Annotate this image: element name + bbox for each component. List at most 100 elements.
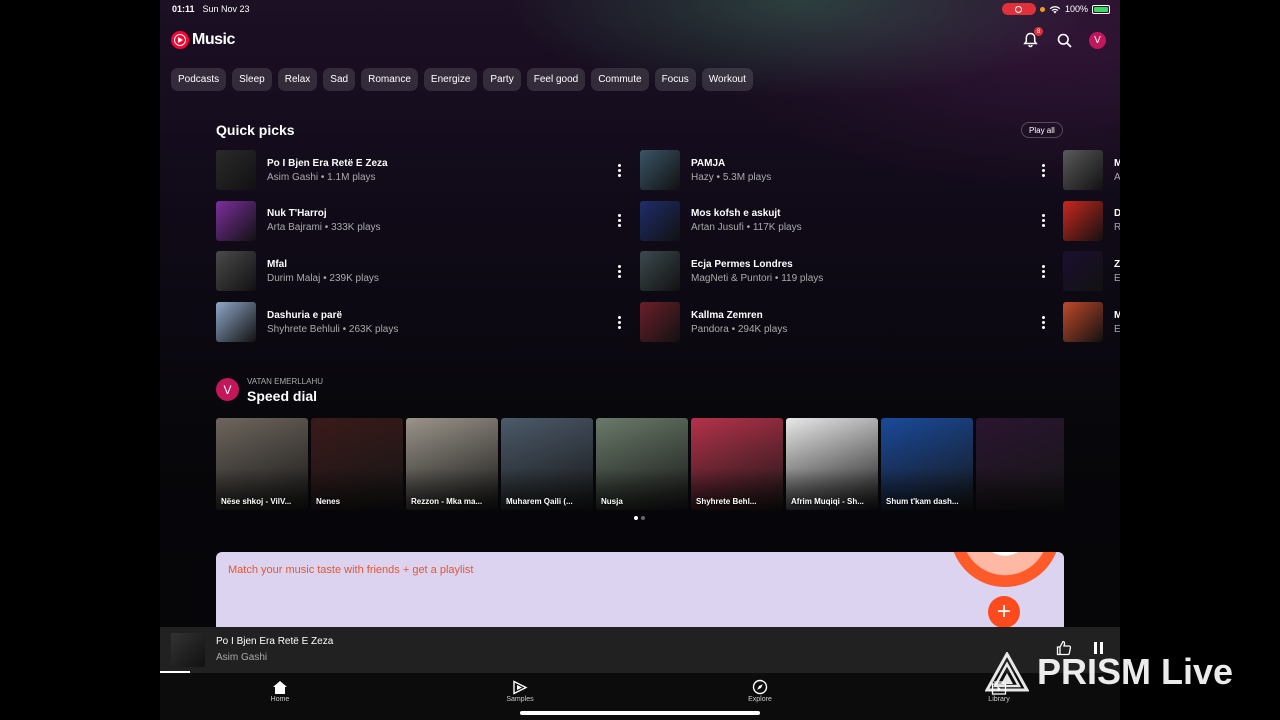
quick-pick-item[interactable]: Kallma Zemren Pandora • 294K plays — [640, 302, 1050, 342]
more-options-icon[interactable] — [1038, 264, 1048, 278]
battery-icon — [1092, 4, 1110, 14]
nav-explore-label: Explore — [748, 696, 772, 703]
quick-pick-item[interactable]: Ecja Permes Londres MagNeti & Puntori • 1… — [640, 251, 1050, 292]
track-thumbnail — [216, 200, 256, 241]
mood-chip-podcasts[interactable]: Podcasts — [171, 68, 227, 91]
speed-dial-title: Speed dial — [247, 388, 318, 404]
track-subtitle: MagNeti & Puntori • 119 plays — [691, 272, 824, 284]
quick-pick-item[interactable]: PAMJA Hazy • 5.3M plays — [640, 150, 1050, 190]
track-thumbnail — [1063, 200, 1103, 241]
speed-dial-tile[interactable]: Shyhrete Behl... — [691, 418, 783, 510]
speed-dial-tile[interactable] — [976, 418, 1064, 510]
track-subtitle: Artan Jusufi • 117K plays — [691, 222, 802, 234]
speed-dial-tile[interactable]: Muharem Qaili (... — [501, 418, 593, 510]
mood-chip-relax[interactable]: Relax — [277, 68, 318, 91]
track-thumbnail — [216, 302, 256, 342]
pager-dot[interactable] — [641, 516, 645, 520]
track-title: Mfal — [267, 258, 287, 270]
top-bar: Music 8 V — [171, 27, 1106, 52]
speed-dial-tile[interactable]: Rezzon - Mka ma... — [406, 418, 498, 510]
home-indicator[interactable] — [520, 711, 760, 715]
mini-player-thumbnail — [171, 633, 205, 667]
quick-pick-item[interactable]: ZE — [1063, 251, 1120, 292]
search-icon — [1057, 33, 1072, 48]
more-options-icon[interactable] — [614, 264, 624, 278]
screen-record-icon[interactable] — [1001, 3, 1036, 15]
wifi-icon — [1049, 5, 1061, 13]
track-title: Dashuria e parë — [267, 309, 343, 321]
speed-dial-tile[interactable]: Nëse shkoj - VilV... — [216, 418, 308, 510]
speed-dial-tile-label: Nëse shkoj - VilV... — [221, 497, 292, 506]
quick-pick-item[interactable]: Nuk T'Harroj Arta Bajrami • 333K plays — [216, 200, 626, 241]
more-options-icon[interactable] — [614, 315, 624, 329]
compass-icon — [752, 679, 768, 695]
track-subtitle: A — [1114, 171, 1120, 183]
carousel-pager — [634, 516, 645, 520]
nav-samples[interactable]: Samples — [485, 678, 555, 703]
status-bar: 01:11 Sun Nov 23 100% — [172, 3, 1110, 15]
quick-pick-item[interactable]: Mos kofsh e askujt Artan Jusufi • 117K pl… — [640, 200, 1050, 241]
mood-chip-workout[interactable]: Workout — [701, 68, 753, 91]
track-title: Po I Bjen Era Retë E Zeza — [267, 157, 388, 169]
search-button[interactable] — [1055, 31, 1073, 49]
quick-pick-item[interactable]: DR — [1063, 200, 1120, 241]
mini-player-title: Po I Bjen Era Retë E Zeza — [216, 636, 334, 647]
speed-dial-tile[interactable]: Nenes — [311, 418, 403, 510]
nav-library-label: Library — [988, 696, 1010, 703]
taste-match-promo[interactable]: Match your music taste with friends + ge… — [216, 552, 1064, 632]
track-thumbnail — [1063, 150, 1103, 190]
speed-dial-tile-label: Shyhrete Behl... — [696, 497, 757, 506]
quick-picks-title: Quick picks — [216, 122, 295, 138]
promo-add-button[interactable]: + — [988, 596, 1020, 628]
track-subtitle: E — [1114, 323, 1120, 335]
nav-home[interactable]: Home — [245, 678, 315, 703]
mood-chip-feel-good[interactable]: Feel good — [526, 68, 586, 91]
notifications-button[interactable]: 8 — [1021, 27, 1043, 49]
track-subtitle: Asim Gashi • 1.1M plays — [267, 171, 376, 183]
samples-icon — [513, 679, 528, 695]
speed-dial-tile[interactable]: Nusja — [596, 418, 688, 510]
track-subtitle: Shyhrete Behluli • 263K plays — [267, 323, 399, 335]
more-options-icon[interactable] — [614, 214, 624, 228]
speed-dial-row: Nëse shkoj - VilV... Nenes Rezzon - Mka ma… — [216, 418, 1064, 510]
youtube-music-logo[interactable]: Music — [171, 31, 235, 49]
more-options-icon[interactable] — [1038, 163, 1048, 177]
track-title: Kallma Zemren — [691, 309, 763, 321]
mood-chip-sleep[interactable]: Sleep — [232, 68, 272, 91]
mic-indicator-icon — [1039, 6, 1045, 12]
mood-chip-romance[interactable]: Romance — [361, 68, 418, 91]
speed-dial-tile[interactable]: Shum t'kam dash... — [881, 418, 973, 510]
more-options-icon[interactable] — [614, 163, 624, 177]
speed-dial-tile-label: Afrim Muqiqi - Sh... — [791, 497, 864, 506]
quick-pick-item[interactable]: Dashuria e parë Shyhrete Behluli • 263K p… — [216, 302, 626, 342]
play-all-button[interactable]: Play all — [1021, 122, 1063, 138]
pager-dot-active[interactable] — [634, 516, 638, 520]
track-thumbnail — [1063, 302, 1103, 342]
battery-percent: 100% — [1064, 4, 1088, 14]
nav-explore[interactable]: Explore — [725, 678, 795, 703]
notification-badge: 8 — [1034, 27, 1043, 36]
track-title: M — [1114, 157, 1120, 169]
quick-pick-item[interactable]: ME — [1063, 302, 1120, 342]
mini-player[interactable]: Po I Bjen Era Retë E Zeza Asim Gashi — [160, 627, 1120, 673]
account-avatar[interactable]: V — [1089, 31, 1106, 49]
mood-chip-sad[interactable]: Sad — [323, 68, 356, 91]
mood-chip-party[interactable]: Party — [483, 68, 521, 91]
mood-chip-commute[interactable]: Commute — [591, 68, 649, 91]
mood-chip-energize[interactable]: Energize — [423, 68, 478, 91]
quick-pick-item[interactable]: Po I Bjen Era Retë E Zeza Asim Gashi • 1.… — [216, 150, 626, 190]
speed-dial-tile[interactable]: Afrim Muqiqi - Sh... — [786, 418, 878, 510]
speed-dial-tile-label: Nusja — [601, 497, 623, 506]
track-subtitle: R — [1114, 222, 1120, 234]
track-title: Mos kofsh e askujt — [691, 208, 781, 220]
quick-picks-grid: Po I Bjen Era Retë E Zeza Asim Gashi • 1.… — [216, 150, 1120, 342]
mini-player-artist: Asim Gashi — [216, 652, 268, 663]
more-options-icon[interactable] — [1038, 315, 1048, 329]
more-options-icon[interactable] — [1038, 214, 1048, 228]
quick-pick-item[interactable]: Mfal Durim Malaj • 239K plays — [216, 251, 626, 292]
promo-graphic — [950, 552, 1060, 587]
app-name: Music — [192, 31, 235, 48]
quick-pick-item[interactable]: MA — [1063, 150, 1120, 190]
mood-chip-focus[interactable]: Focus — [654, 68, 696, 91]
track-subtitle: Hazy • 5.3M plays — [691, 171, 772, 183]
